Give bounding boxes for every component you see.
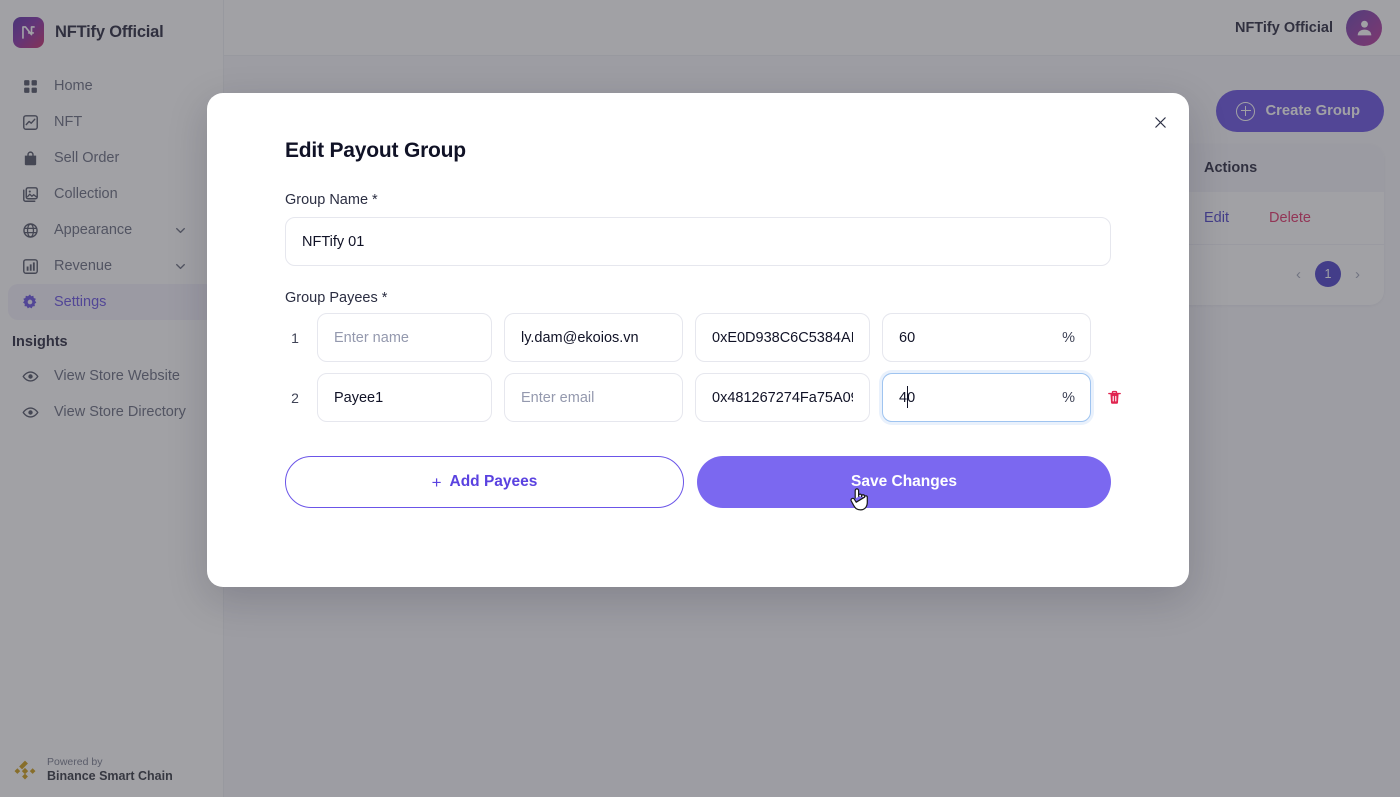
- payee-name-input[interactable]: [317, 373, 492, 422]
- payee-email-input[interactable]: [504, 373, 683, 422]
- text-caret: [907, 386, 908, 408]
- payee-row: 1 %: [285, 313, 1111, 362]
- payee-percent-wrapper: %: [882, 373, 1091, 422]
- payee-address-input[interactable]: [695, 373, 870, 422]
- payee-email-input[interactable]: [504, 313, 683, 362]
- group-payees-label: Group Payees *: [285, 290, 388, 306]
- trash-icon[interactable]: [1103, 387, 1125, 409]
- payee-percent-input[interactable]: [882, 373, 1091, 422]
- add-payees-button[interactable]: + Add Payees: [285, 456, 684, 508]
- close-icon[interactable]: [1147, 109, 1173, 135]
- modal-actions: + Add Payees Save Changes: [285, 456, 1111, 508]
- group-name-label: Group Name *: [285, 192, 378, 208]
- save-changes-button[interactable]: Save Changes: [697, 456, 1111, 508]
- payee-index: 1: [291, 329, 299, 346]
- app-root: NFTify Official Home: [0, 0, 1400, 797]
- payee-name-input[interactable]: [317, 313, 492, 362]
- plus-icon: +: [431, 472, 442, 492]
- payee-percent-wrapper: %: [882, 313, 1091, 362]
- payee-address-input[interactable]: [695, 313, 870, 362]
- add-payees-label: Add Payees: [449, 473, 538, 490]
- group-name-input[interactable]: [285, 217, 1111, 266]
- payee-row: 2 %: [285, 373, 1121, 422]
- modal-title: Edit Payout Group: [285, 139, 466, 162]
- payee-percent-input[interactable]: [882, 313, 1091, 362]
- edit-payout-group-modal: Edit Payout Group Group Name * Group Pay…: [207, 93, 1189, 587]
- payee-index: 2: [291, 389, 299, 406]
